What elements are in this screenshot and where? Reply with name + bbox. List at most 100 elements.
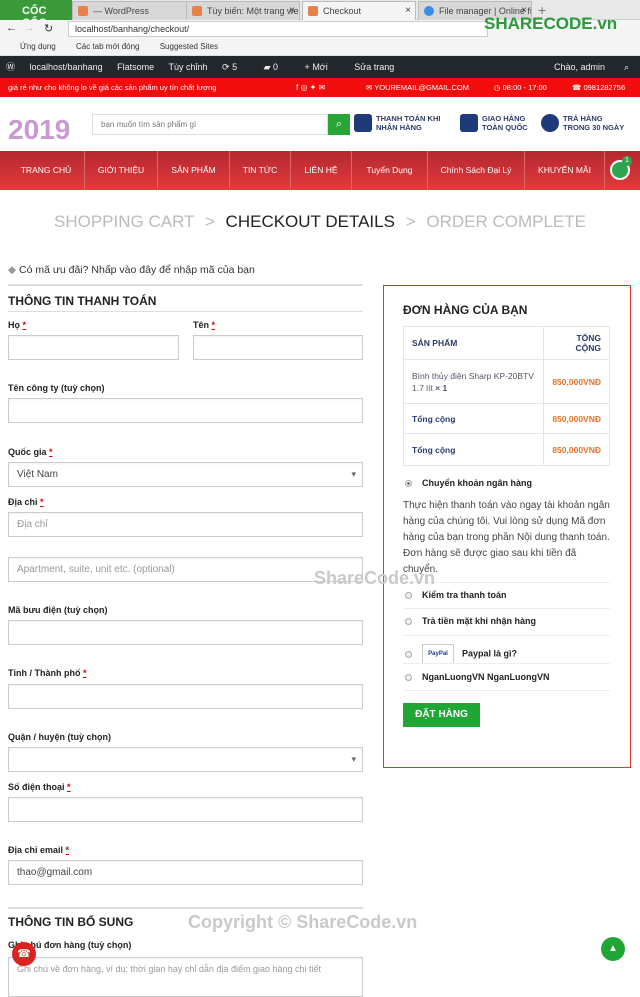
- label-text: Họ: [8, 320, 20, 330]
- step-cart[interactable]: SHOPPING CART: [54, 212, 194, 231]
- divider: [403, 608, 610, 609]
- postcode-input[interactable]: [8, 620, 363, 645]
- admin-comments-link[interactable]: ▰ 0: [264, 62, 290, 72]
- email-label: Địa chỉ email *: [8, 845, 69, 855]
- radio[interactable]: [405, 618, 412, 626]
- step-separator: >: [405, 212, 416, 231]
- divider: [8, 311, 363, 312]
- admin-edit-link[interactable]: Sửa trang: [354, 62, 394, 72]
- nav-promotions[interactable]: KHUYẾN MÃI: [525, 151, 605, 190]
- first-name-label: Tên *: [193, 320, 215, 330]
- required-mark: *: [83, 668, 87, 678]
- email-link[interactable]: ✉ YOUREMAIL@GMAIL.COM: [366, 78, 469, 97]
- label-text: Tên: [193, 320, 210, 330]
- feature-line: TRẢ HÀNG: [563, 114, 603, 123]
- district-select[interactable]: [8, 747, 363, 772]
- phone-link[interactable]: ☎ 0981282756: [572, 78, 625, 97]
- payment-check[interactable]: Kiểm tra thanh toán: [405, 590, 507, 600]
- scroll-top-icon[interactable]: ▲: [601, 937, 625, 961]
- payment-paypal[interactable]: PayPal Paypal là gì?: [405, 644, 517, 664]
- required-mark: *: [67, 782, 71, 792]
- tab-label: Checkout: [323, 6, 362, 16]
- payment-label: Paypal là gì?: [462, 648, 518, 659]
- tab-label: — WordPress: [93, 6, 149, 16]
- phone-input[interactable]: [8, 797, 363, 822]
- nav-agency-policy[interactable]: Chính Sách Đại Lý: [428, 151, 525, 190]
- tab-customize[interactable]: Tùy biến: Một trang web ×: [186, 1, 300, 20]
- updates-count: 5: [232, 62, 238, 72]
- order-notes-textarea[interactable]: Ghi chú về đơn hàng, ví dụ: thời gian ha…: [8, 957, 363, 997]
- radio-checked[interactable]: [405, 480, 412, 488]
- divider: [8, 907, 363, 909]
- url-input[interactable]: localhost/banhang/checkout/: [68, 21, 488, 37]
- admin-theme-link[interactable]: Flatsome: [117, 62, 154, 72]
- radio[interactable]: [405, 674, 412, 682]
- favicon-icon: [308, 6, 318, 16]
- hours-text: 08:00 - 17:00: [502, 83, 547, 92]
- wallet-icon: [354, 114, 372, 132]
- phone-label: Số điện thoại *: [8, 782, 71, 792]
- admin-site-link[interactable]: localhost/banhang: [30, 62, 103, 72]
- forward-icon[interactable]: →: [24, 22, 35, 34]
- payment-label: NganLuongVN NganLuongVN: [422, 672, 550, 682]
- step-complete: ORDER COMPLETE: [426, 212, 586, 231]
- social-icons[interactable]: f ◎ ✦ ✉: [296, 78, 325, 97]
- required-mark: *: [40, 497, 44, 507]
- nav-recruitment[interactable]: Tuyển Dụng: [352, 151, 428, 190]
- first-name-input[interactable]: [193, 335, 363, 360]
- bookmark-apps[interactable]: Ứng dụng: [20, 42, 56, 51]
- payment-nganluong[interactable]: NganLuongVN NganLuongVN: [405, 672, 549, 682]
- payment-bank-transfer[interactable]: Chuyển khoản ngân hàng: [405, 478, 532, 488]
- email-input[interactable]: thao@gmail.com: [8, 860, 363, 885]
- nav-about[interactable]: GIỚI THIỆU: [85, 151, 158, 190]
- payment-cod[interactable]: Trả tiền mặt khi nhận hàng: [405, 616, 536, 626]
- browser-logo: CỐC CỐC: [0, 0, 72, 29]
- back-icon[interactable]: ←: [6, 22, 17, 34]
- paypal-logo: PayPal: [422, 644, 454, 664]
- city-label: Tỉnh / Thành phố *: [8, 668, 87, 678]
- close-icon[interactable]: ×: [405, 5, 411, 16]
- divider: [8, 284, 363, 286]
- sharecode-logo: SHARECODE.vn: [484, 14, 617, 34]
- last-name-input[interactable]: [8, 335, 179, 360]
- city-input[interactable]: [8, 684, 363, 709]
- nav-news[interactable]: TIN TỨC: [230, 151, 291, 190]
- nav-contact[interactable]: LIÊN HỆ: [291, 151, 352, 190]
- search-icon[interactable]: ⌕: [624, 56, 629, 78]
- wordpress-icon[interactable]: Ⓦ: [6, 62, 15, 72]
- admin-new-link[interactable]: + Mới: [305, 62, 340, 72]
- bookmark-suggested[interactable]: Suggested Sites: [160, 42, 218, 51]
- reload-icon[interactable]: ↻: [44, 22, 53, 35]
- comments-count: 0: [273, 62, 279, 72]
- nav-products[interactable]: SẢN PHẨM: [158, 151, 230, 190]
- tab-wordpress[interactable]: — WordPress×: [72, 1, 200, 20]
- step-checkout[interactable]: CHECKOUT DETAILS: [226, 212, 395, 231]
- search-input[interactable]: bạn muốn tìm sản phẩm gì: [92, 114, 328, 135]
- table-row: Bình thủy điện Sharp KP-20BTV 1.7 lít × …: [402, 359, 610, 404]
- phone-call-icon[interactable]: ☎: [12, 942, 36, 966]
- close-icon[interactable]: ×: [289, 5, 295, 16]
- bookmark-recent-tabs[interactable]: Các tab mới đóng: [76, 42, 140, 51]
- new-label: Mới: [312, 62, 328, 72]
- radio[interactable]: [405, 592, 412, 600]
- tab-checkout[interactable]: Checkout ×: [302, 1, 416, 20]
- search-button[interactable]: ⌕: [328, 114, 350, 135]
- feature-line: THANH TOÁN KHI: [376, 114, 441, 123]
- admin-customize-link[interactable]: Tùy chỉnh: [168, 62, 207, 72]
- site-logo[interactable]: 2019: [8, 114, 70, 146]
- address-input[interactable]: Địa chỉ: [8, 512, 363, 537]
- country-select[interactable]: Việt Nam: [8, 462, 363, 487]
- product-name: Bình thủy điện Sharp KP-20BTV 1.7 lít: [412, 370, 534, 393]
- place-order-button[interactable]: ĐẶT HÀNG: [403, 703, 480, 727]
- radio[interactable]: [405, 650, 412, 658]
- item-price: 850,000VNĐ: [543, 359, 610, 404]
- coupon-link[interactable]: ◆ Có mã ưu đãi? Nhấp vào đây để nhập mã …: [8, 264, 255, 276]
- admin-updates-link[interactable]: ⟳ 5: [222, 62, 249, 72]
- feature-line: TRONG 30 NGÀY: [563, 123, 625, 132]
- address2-input[interactable]: Apartment, suite, unit etc. (optional): [8, 557, 363, 582]
- nav-home[interactable]: TRANG CHỦ: [8, 151, 85, 190]
- admin-greeting[interactable]: Chào, admin: [554, 56, 605, 78]
- company-input[interactable]: [8, 398, 363, 423]
- divider: [403, 690, 610, 691]
- col-product: SẢN PHẨM: [402, 326, 545, 360]
